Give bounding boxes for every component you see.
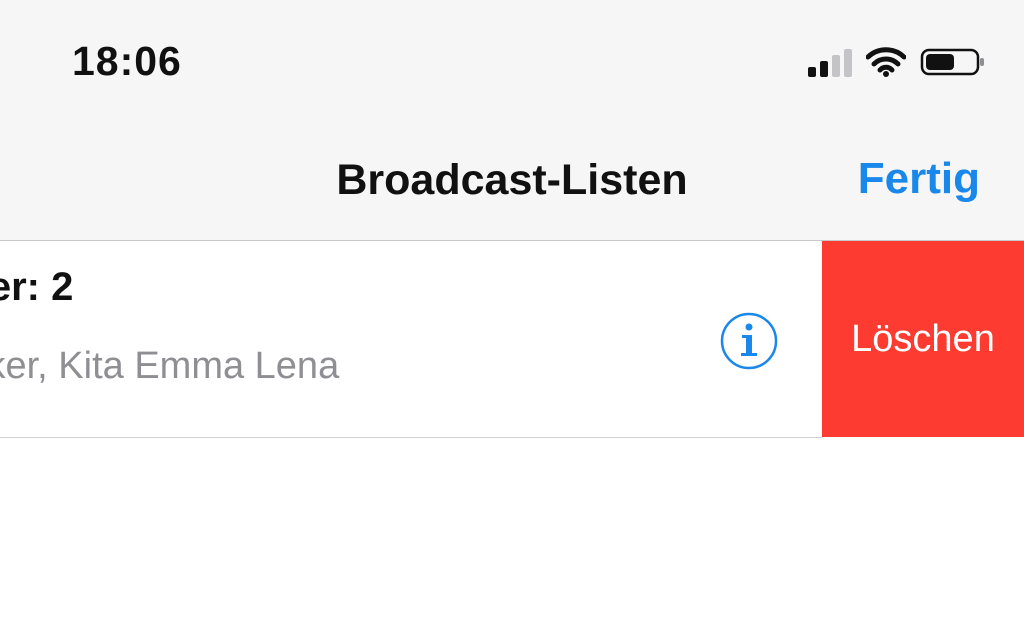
delete-button[interactable]: Löschen	[822, 241, 1024, 437]
status-time: 18:06	[72, 38, 182, 84]
row-title: nger: 2	[0, 265, 74, 309]
page-title-text: Broadcast-Listen	[336, 156, 688, 204]
info-icon[interactable]	[720, 312, 778, 370]
screen: 18:06 Broadcast-Listen Fertig r: 2 er, K…	[0, 0, 1024, 636]
row-subtitle: Poker, Kita Emma Lena	[0, 345, 340, 387]
status-icons	[808, 44, 986, 80]
delete-label: Löschen	[851, 317, 995, 360]
battery-icon	[920, 48, 984, 76]
cellular-signal-icon	[808, 47, 852, 77]
top-bar: 18:06 Broadcast-Listen Fertig	[0, 0, 1024, 241]
wifi-icon	[866, 47, 906, 77]
done-button[interactable]: Fertig	[858, 154, 980, 204]
broadcast-list-row[interactable]: nger: 2 Poker, Kita Emma Lena	[0, 241, 822, 438]
